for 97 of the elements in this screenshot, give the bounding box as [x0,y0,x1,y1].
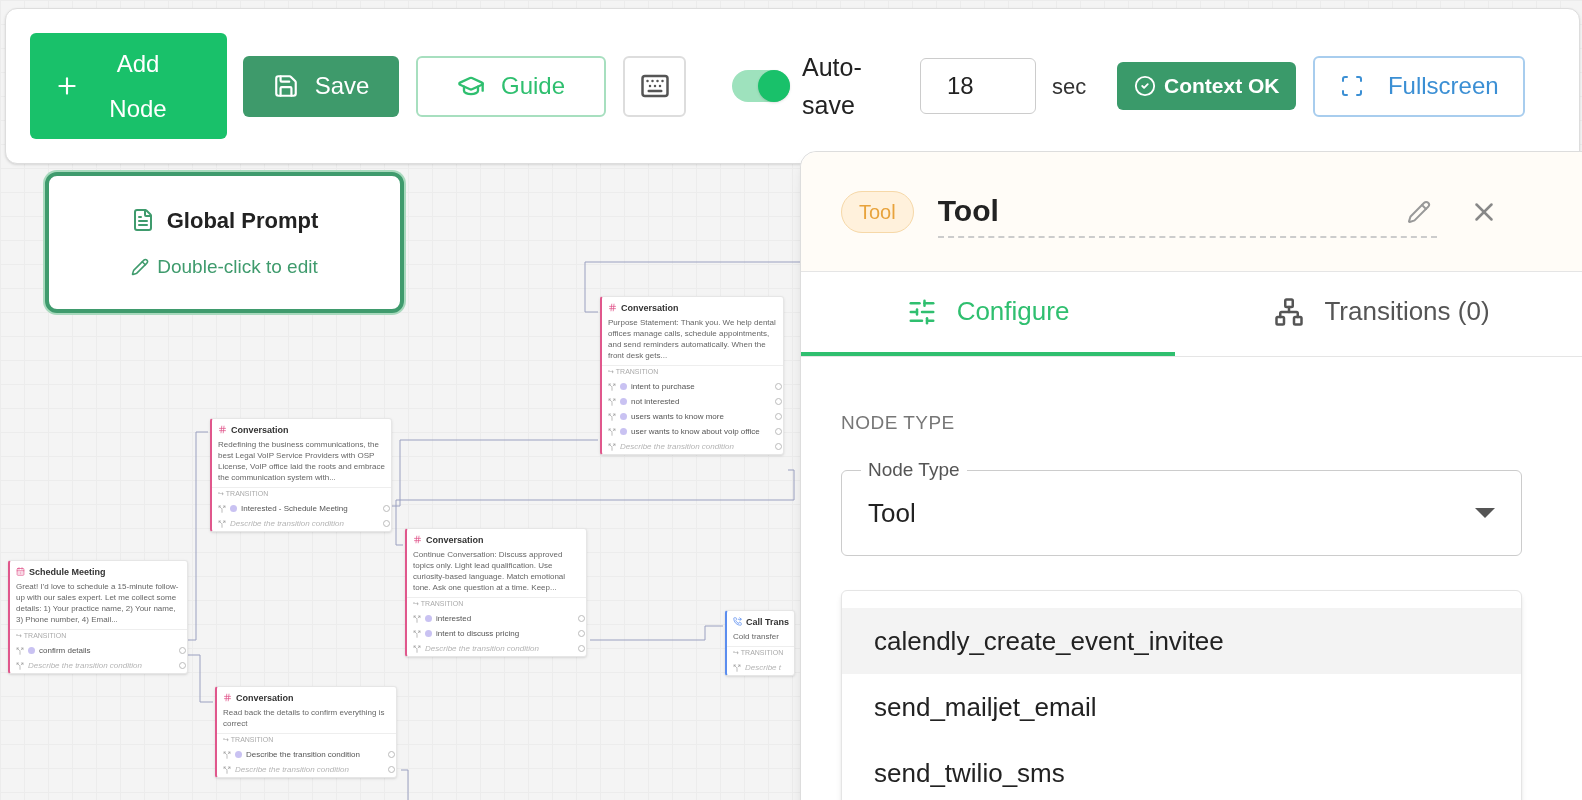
node-description: Cold transfer [732,631,780,642]
node-title: Conversation [236,691,294,704]
tree-icon [1274,296,1305,327]
branch-icon [413,614,421,623]
autosave-toggle[interactable] [732,70,790,102]
branch-icon [608,397,616,406]
dropdown-option[interactable]: send_mailjet_email [842,674,1521,740]
node-description: Redefining the business communications, the best Legal VoIP Service Providers with OSP License, VoIP office laid the roots and embrace the communication system with... [217,439,386,483]
branch-icon [413,644,421,653]
node-description: Purpose Statement: Thank you. We help dental offices manage calls, schedule appointments, and send reminders automatically. When the front desk gets... [607,317,777,361]
calendar-icon [16,567,25,576]
condition-icon [620,383,627,390]
flow-node[interactable] [210,418,392,532]
transition-label: Describe the transition condition [28,659,142,672]
connection-handle[interactable] [775,428,782,435]
branch-icon [218,504,226,513]
condition-icon [235,751,242,758]
condition-icon [230,505,237,512]
node-description: Read back the details to confirm everything is correct [222,707,386,729]
global-prompt-card[interactable]: Global Prompt Double-click to edit [45,172,404,313]
condition-icon [425,615,432,622]
pencil-icon [131,258,150,276]
connection-handle[interactable] [388,751,395,758]
transition-label: user wants to know about voip office [631,425,760,438]
fullscreen-icon [1339,74,1364,98]
hash-icon [608,303,617,312]
transition-label: intent to purchase [631,380,695,393]
condition-icon [28,647,35,654]
dropdown-option[interactable]: send_twilio_sms [842,740,1521,800]
condition-icon [620,413,627,420]
panel-tab[interactable]: Transitions (0) [1175,272,1582,356]
node-description: Great! I'd love to schedule a 15-minute follow-up with our sales expert. Let me collect some details: 1) Your practice name, 2) Your name, 3) Phone number, 4) Email... [15,581,180,625]
node-title: Conversation [621,301,679,314]
connection-handle[interactable] [383,520,390,527]
transition-label: Describe the transition condition [246,748,360,761]
transition-label: Interested - Schedule Meeting [241,502,348,515]
flow-node[interactable] [600,296,784,455]
branch-icon [413,629,421,638]
edit-icon[interactable] [1407,199,1431,224]
check-icon [1134,75,1156,97]
branch-icon [223,765,231,774]
transition-label: not interested [631,395,680,408]
save-icon [272,73,299,99]
condition-icon [620,398,627,405]
interval-unit: sec [1052,72,1087,101]
connection-handle[interactable] [383,505,390,512]
branch-icon [608,427,616,436]
flow-node[interactable] [405,528,587,657]
autosave-label: Auto-save [802,52,863,121]
connection-handle[interactable] [578,645,585,652]
connection-handle[interactable] [179,662,186,669]
connection-handle[interactable] [775,413,782,420]
context-status-badge: Context OK [1117,62,1297,110]
global-prompt-title: Global Prompt [166,206,319,235]
node-name-field[interactable]: Tool [937,185,1437,238]
transition-label: Describe the transition condition [235,763,349,776]
branch-icon [608,442,616,451]
connection-handle[interactable] [775,443,782,450]
edit-hint: Double-click to edit [157,254,318,279]
hash-icon [223,693,232,702]
hash-icon [218,425,227,434]
branch-icon [608,382,616,391]
transition-label: intent to discuss pricing [436,627,520,640]
transition-label: users wants to know more [631,410,724,423]
connection-handle[interactable] [179,647,186,654]
connection-handle[interactable] [775,398,782,405]
connection-handle[interactable] [578,630,585,637]
transition-label: confirm details [39,644,91,657]
branch-icon [218,519,226,528]
connection-handle[interactable] [775,383,782,390]
branch-icon [733,663,741,672]
branch-icon [223,750,231,759]
keyboard-button[interactable] [623,55,686,117]
caret-icon [1475,508,1495,518]
node-title: Conversation [231,423,289,436]
hash-icon [413,535,422,544]
connection-handle[interactable] [388,766,395,773]
branch-icon [16,646,24,655]
node-description: Continue Conversation: Discuss approved topics only. Light lead qualification. Use curiosity-based language. Match emotional tone. Ask one question at a time. Keep... [412,549,567,593]
transition-label: Describe the transition condition [425,642,539,655]
branch-icon [16,661,24,670]
node-title: Call Trans [746,615,790,628]
node-title: Conversation [426,533,484,546]
connection-handle[interactable] [578,615,585,622]
transition-label: Describe the transition condition [230,517,344,530]
branch-icon [608,412,616,421]
section-heading: NODE TYPE [841,410,956,435]
transition-label: Describe the transition condition [620,440,734,453]
condition-icon [620,428,627,435]
dropdown-option[interactable]: calendly_create_event_invitee [842,608,1521,674]
condition-icon [425,630,432,637]
phone-icon [733,617,742,626]
node-title: Schedule Meeting [29,565,106,578]
flow-node[interactable] [8,560,188,674]
transition-label: interested [436,612,472,625]
interval-field[interactable]: 18 [920,58,1036,114]
node-type-badge: Tool [841,190,914,233]
